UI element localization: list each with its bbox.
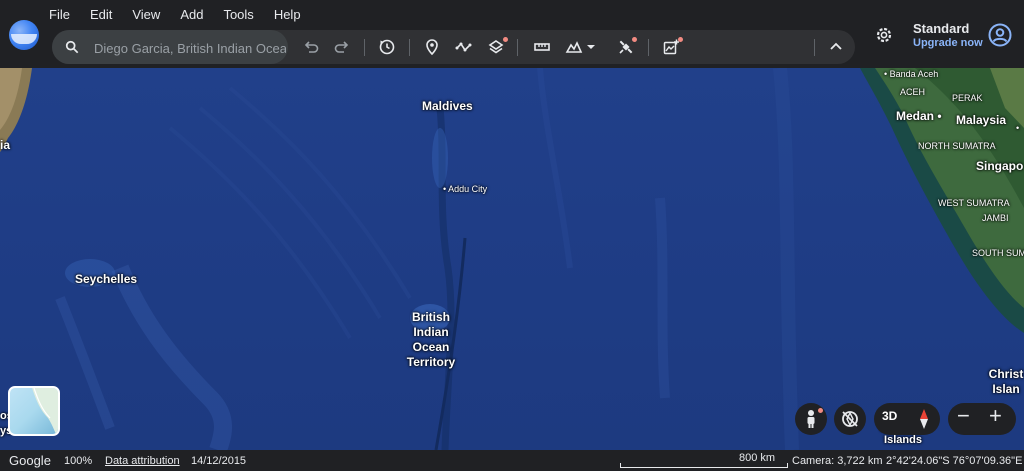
camera-altitude: Camera: 3,722 km	[792, 455, 883, 467]
toolbar-divider	[814, 39, 815, 56]
google-earth-logo-icon[interactable]	[9, 20, 39, 50]
zoom-controls: − +	[948, 403, 1016, 435]
ocean-terrain	[0, 68, 1024, 450]
redo-icon[interactable]	[331, 36, 353, 58]
toolbar-divider	[648, 39, 649, 56]
path-icon[interactable]	[453, 36, 475, 58]
imagery-date: 14/12/2015	[191, 455, 247, 467]
upgrade-link[interactable]: Upgrade now	[913, 37, 983, 49]
map-label-perak: PERAK	[952, 93, 983, 103]
notification-dot	[503, 37, 508, 42]
mini-map-icon	[32, 388, 58, 434]
toolbar-divider	[364, 39, 365, 56]
toolbar-divider	[409, 39, 410, 56]
menu-add[interactable]: Add	[180, 7, 203, 22]
pegman-button[interactable]	[795, 403, 827, 435]
map-label-edge: ia	[0, 138, 11, 152]
search-icon	[65, 40, 79, 54]
compass-icon[interactable]	[916, 408, 932, 430]
map-label-south-sumatra: SOUTH SUM	[972, 248, 1024, 258]
map-label-medan: Medan •	[896, 109, 942, 123]
menu-bar: File Edit View Add Tools Help	[49, 7, 321, 22]
ruler-icon[interactable]	[531, 36, 553, 58]
placemark-icon[interactable]	[421, 36, 443, 58]
plan-name: Standard	[913, 21, 970, 36]
map-label-west-sumatra: WEST SUMATRA	[938, 198, 1010, 208]
undo-icon[interactable]	[300, 36, 322, 58]
map-label-seychelles: Seychelles	[75, 272, 138, 286]
map-dot: •	[1016, 123, 1020, 133]
scale-bar	[620, 463, 788, 468]
map-view[interactable]: Maldives • Addu City Seychelles British …	[0, 68, 1024, 450]
map-style-thumbnail[interactable]	[8, 386, 60, 436]
google-logo: Google	[9, 453, 51, 468]
view-controls[interactable]: 3D	[874, 403, 940, 435]
data-attribution-link[interactable]: Data attribution	[105, 455, 180, 467]
pegman-icon	[807, 410, 815, 428]
zoom-in-button[interactable]: +	[989, 403, 1002, 429]
map-label-singapore: Singapo	[976, 159, 1024, 173]
3d-toggle[interactable]: 3D	[882, 409, 897, 423]
cursor-coordinates: 2°42'24.06"S 76°07'09.36"E	[886, 455, 1023, 467]
toolbar	[52, 30, 855, 64]
rotate-reset-icon	[842, 411, 858, 427]
account-icon[interactable]	[988, 23, 1012, 47]
top-bar: File Edit View Add Tools Help Diego Garc…	[0, 0, 1024, 68]
zoom-level: 100%	[64, 455, 93, 467]
zoom-out-button[interactable]: −	[957, 403, 970, 429]
map-label-christmas-island: Christ Islan	[988, 367, 1024, 396]
notification-dot	[818, 408, 823, 413]
map-label-biot: British Indian Ocean Territory	[406, 310, 456, 369]
toolbar-divider	[517, 39, 518, 56]
map-label-addu-city: • Addu City	[443, 184, 488, 194]
search-box[interactable]	[52, 30, 288, 64]
menu-view[interactable]: View	[132, 7, 160, 22]
menu-tools[interactable]: Tools	[223, 7, 253, 22]
map-label-banda-aceh: • Banda Aceh	[884, 69, 939, 79]
status-bar: Google 100% Data attribution 14/12/2015 …	[0, 450, 1024, 471]
map-style-icon[interactable]	[563, 36, 585, 58]
collapse-icon[interactable]	[825, 36, 847, 58]
gear-icon[interactable]	[874, 25, 894, 45]
map-label-aceh: ACEH	[900, 87, 926, 97]
chevron-down-icon[interactable]	[585, 36, 597, 58]
menu-help[interactable]: Help	[274, 7, 301, 22]
search-input[interactable]	[92, 36, 288, 60]
map-label-maldives: Maldives	[422, 99, 473, 113]
menu-edit[interactable]: Edit	[90, 7, 112, 22]
menu-file[interactable]: File	[49, 7, 70, 22]
history-icon[interactable]	[376, 36, 398, 58]
map-label-malaysia: Malaysia	[956, 113, 1007, 127]
map-label-jambi: JAMBI	[982, 213, 1009, 223]
notification-dot	[678, 37, 683, 42]
notification-dot	[632, 37, 637, 42]
map-label-north-sumatra: NORTH SUMATRA	[918, 141, 996, 151]
rotate-reset-button[interactable]	[834, 403, 866, 435]
